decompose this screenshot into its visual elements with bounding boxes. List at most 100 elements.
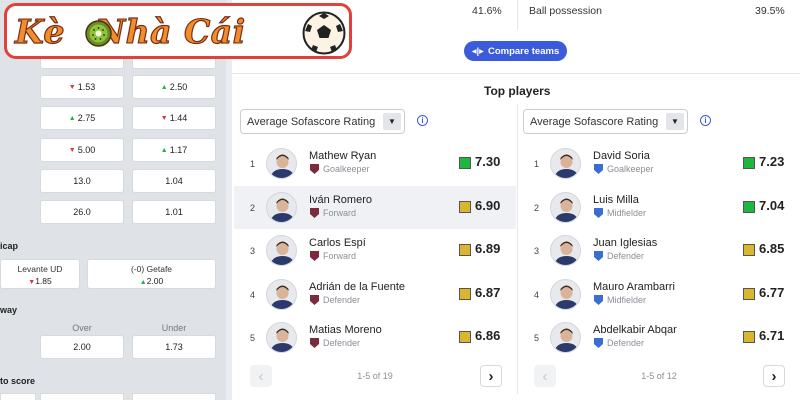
odds-value: 2.50 xyxy=(169,82,188,92)
odds-cell[interactable]: 13.0 xyxy=(40,169,124,193)
info-icon[interactable]: i xyxy=(417,115,428,126)
rating-color-indicator xyxy=(743,157,755,169)
player-name: David Soria xyxy=(593,150,650,162)
home-rating-select[interactable]: Average Sofascore Rating ▼ xyxy=(240,109,405,134)
odds-value: 2.75 xyxy=(77,113,96,123)
player-rating: 6.77 xyxy=(759,284,785,300)
handicap-away-value: 2.00 xyxy=(146,276,164,286)
odds-cell[interactable]: ▲ 2.75 xyxy=(40,106,124,130)
player-rank: 4 xyxy=(250,289,256,300)
over-odds-cell[interactable]: 2.00 xyxy=(40,335,124,359)
under-odds-cell[interactable]: 1.73 xyxy=(132,335,216,359)
brand-logo-part: è xyxy=(43,11,65,51)
handicap-home-value: 1.85 xyxy=(35,276,52,286)
odds-cell[interactable]: ▼ 5.00 xyxy=(40,138,124,162)
player-rating: 7.23 xyxy=(759,154,785,169)
under-odds-value: 1.73 xyxy=(165,342,183,352)
player-row[interactable]: 4 Mauro Arambarri Midfielder 6.77 xyxy=(518,273,800,316)
compare-teams-label: Compare teams xyxy=(487,45,560,57)
compare-teams-button[interactable]: ◂|▸ Compare teams xyxy=(464,41,567,61)
brand-logo-part: K xyxy=(14,11,44,51)
odds-cell[interactable] xyxy=(0,393,36,400)
handicap-label: icap xyxy=(0,241,19,251)
odds-value: 1.17 xyxy=(169,145,188,155)
odds-cell[interactable]: ▼ 1.44 xyxy=(132,106,216,130)
player-name: Mathew Ryan xyxy=(309,150,377,162)
rating-color-indicator xyxy=(743,244,755,256)
odds-cell[interactable]: ▲ 2.50 xyxy=(132,75,216,99)
odds-value: 13.0 xyxy=(73,176,91,186)
club-crest-icon xyxy=(310,207,319,218)
player-row[interactable]: 3 Juan Iglesias Defender 6.85 xyxy=(518,229,800,272)
player-row[interactable]: 5 Abdelkabir Abqar Defender 6.71 xyxy=(518,316,800,359)
club-crest-icon xyxy=(310,251,319,261)
handicap-home-team: Levante UD xyxy=(17,264,63,274)
handicap-away-team: (-0) Getafe xyxy=(130,264,173,274)
rating-color-indicator xyxy=(459,157,471,169)
player-row[interactable]: 2 Luis Milla Midfielder 7.04 xyxy=(518,186,800,229)
club-crest-icon xyxy=(310,294,319,305)
player-row[interactable]: 5 Matias Moreno Defender 6.86 xyxy=(234,316,516,359)
odds-cell[interactable]: ▼ 1.53 xyxy=(40,75,124,99)
to-score-label: to score xyxy=(0,376,36,386)
handicap-away-cell[interactable]: (-0) Getafe ▲2.00 xyxy=(87,259,216,289)
player-position: Defender xyxy=(323,294,361,305)
info-icon[interactable]: i xyxy=(700,115,711,126)
player-photo xyxy=(270,154,295,178)
player-name: Luis Milla xyxy=(593,193,639,206)
divider xyxy=(517,0,518,30)
player-photo xyxy=(270,198,295,222)
player-rank: 3 xyxy=(534,246,540,256)
over-label: Over xyxy=(72,323,92,333)
player-row[interactable]: 1 David Soria Goalkeeper 7.23 xyxy=(518,142,800,185)
player-rank: 2 xyxy=(250,202,256,213)
odds-value: 26.0 xyxy=(73,207,91,217)
odds-value: 1.01 xyxy=(165,207,183,217)
player-rank: 5 xyxy=(250,333,256,343)
player-photo xyxy=(554,328,579,352)
top-players-title: Top players xyxy=(484,84,551,98)
player-position: Forward xyxy=(323,251,357,261)
compare-icon: ◂|▸ xyxy=(471,45,484,57)
player-avatar xyxy=(550,322,581,353)
player-position: Defender xyxy=(607,338,645,348)
player-position: Goalkeeper xyxy=(323,164,370,174)
odds-cell[interactable]: ▲ 1.17 xyxy=(132,138,216,162)
player-rank: 2 xyxy=(534,202,540,213)
under-label: Under xyxy=(161,323,187,333)
away-possession-value: 39.5% xyxy=(755,5,785,17)
rating-color-indicator xyxy=(459,331,471,343)
odds-cell[interactable]: 1.04 xyxy=(132,169,216,193)
away-top-players: Average Sofascore Rating ▼ i 1 David Sori… xyxy=(517,104,799,394)
club-crest-icon xyxy=(310,338,319,348)
odds-cell[interactable]: 26.0 xyxy=(40,200,124,224)
player-photo xyxy=(554,154,579,178)
odds-up-icon: ▲ xyxy=(139,279,147,286)
next-page-button[interactable]: › xyxy=(763,365,785,387)
brand-logo-text: Kè Nhà Cái xyxy=(14,11,245,51)
odds-down-icon: ▼ xyxy=(68,146,76,154)
club-crest-icon xyxy=(310,164,319,174)
player-row[interactable]: 3 Carlos Espí Forward 6.89 xyxy=(234,229,516,272)
next-page-button[interactable]: › xyxy=(480,365,502,387)
player-avatar xyxy=(266,235,297,266)
handicap-home-cell[interactable]: Levante UD ▼1.85 xyxy=(0,259,80,289)
odds-cell[interactable]: 1.01 xyxy=(132,200,216,224)
player-photo xyxy=(554,241,579,265)
player-name: Iván Romero xyxy=(309,193,372,206)
player-rank: 1 xyxy=(250,159,256,169)
rating-color-indicator xyxy=(459,200,471,213)
chevron-down-icon: ▼ xyxy=(383,113,401,130)
player-row[interactable]: 2 Iván Romero Forward 6.90 xyxy=(234,185,516,229)
player-row[interactable]: 1 Mathew Ryan Goalkeeper 7.30 xyxy=(234,142,516,185)
player-position: Defender xyxy=(323,338,361,348)
player-photo xyxy=(554,285,579,309)
kiwi-icon xyxy=(85,20,112,47)
player-row[interactable]: 4 Adrián de la Fuente Defender 6.87 xyxy=(234,273,516,316)
rating-color-indicator xyxy=(459,287,471,300)
player-name: Mauro Arambarri xyxy=(593,280,675,293)
away-rating-select[interactable]: Average Sofascore Rating ▼ xyxy=(523,109,688,134)
odds-cell[interactable] xyxy=(132,393,216,400)
odds-cell[interactable] xyxy=(40,393,124,400)
chevron-down-icon: ▼ xyxy=(666,113,684,130)
